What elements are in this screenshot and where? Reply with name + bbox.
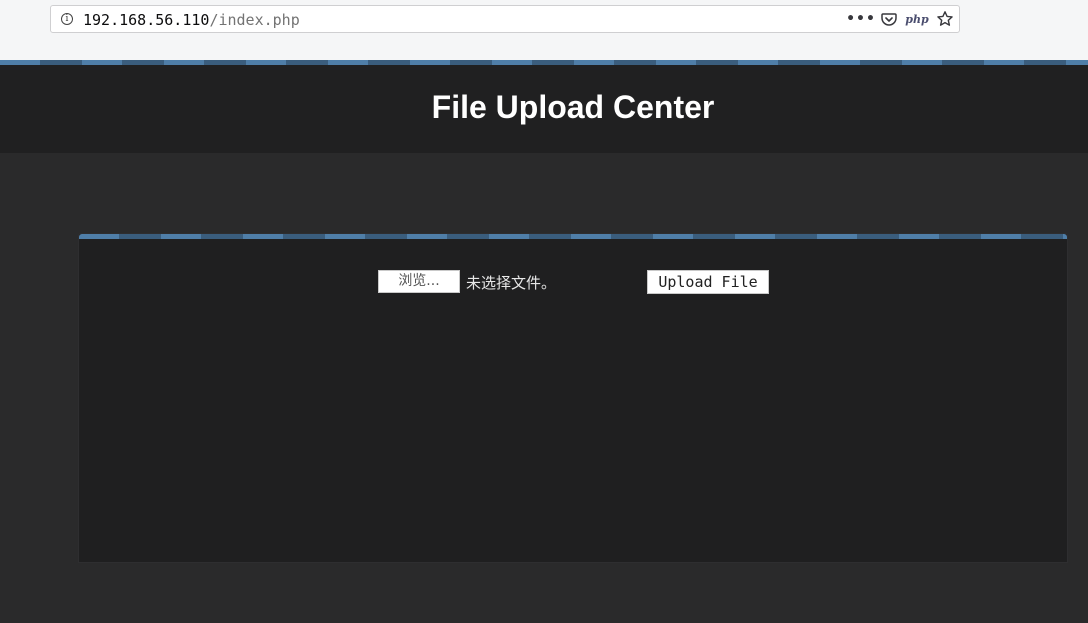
more-dots-icon[interactable]: •••	[846, 6, 875, 32]
php-label: php	[905, 12, 929, 26]
php-extension-icon[interactable]: php	[903, 6, 931, 32]
page-title: File Upload Center	[431, 89, 715, 125]
url-text[interactable]: 192.168.56.110/index.php	[83, 11, 300, 29]
upload-file-button[interactable]: Upload File	[647, 270, 769, 294]
pocket-icon[interactable]	[875, 6, 903, 32]
url-host: 192.168.56.110	[83, 11, 210, 29]
browse-button[interactable]: 浏览...	[378, 270, 460, 293]
browser-toolbar: i 192.168.56.110/index.php ••• php	[0, 0, 1088, 60]
upload-panel: 浏览... 未选择文件。 Upload File	[78, 233, 1068, 563]
address-bar[interactable]: i 192.168.56.110/index.php ••• php	[50, 5, 960, 33]
file-status-text: 未选择文件。	[466, 274, 557, 292]
star-icon[interactable]	[931, 6, 959, 32]
panel-stripe	[79, 234, 1067, 239]
site-header: File Upload Center	[0, 65, 1088, 153]
url-actions: ••• php	[846, 6, 959, 32]
url-path: /index.php	[209, 11, 300, 29]
info-icon[interactable]: i	[61, 13, 73, 25]
